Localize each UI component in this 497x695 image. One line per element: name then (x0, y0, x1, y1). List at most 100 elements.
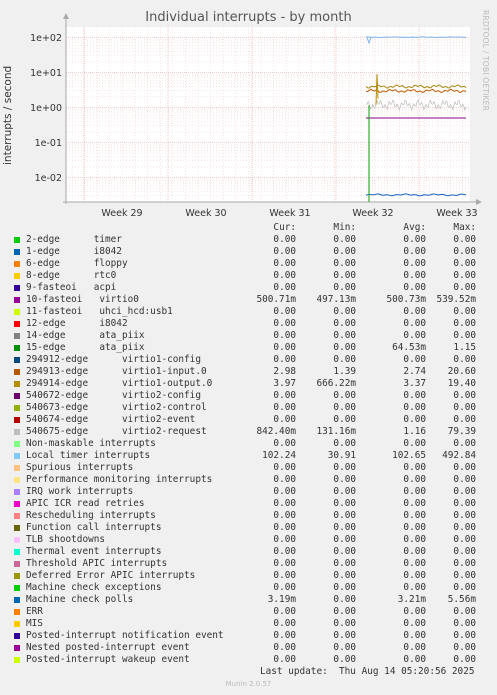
legend-swatch (14, 393, 20, 399)
legend-value-min: 0.00 (333, 522, 356, 533)
legend-label: Nested posted-interrupt event (26, 642, 190, 653)
legend-value-max: 0.00 (453, 318, 476, 329)
legend-row: 294913-edge virtio1-input.0 2.98 1.39 2.74 2… (0, 366, 497, 378)
legend-row: Threshold APIC interrupts 0.00 0.00 0.00 0.0… (0, 558, 497, 570)
legend-row: 14-edge ata_piix 0.00 0.00 0.00 0.00 (0, 330, 497, 342)
legend-value-max: 1.15 (453, 342, 476, 353)
legend-label: Rescheduling interrupts (26, 510, 156, 521)
legend-label: Thermal event interrupts (26, 546, 162, 557)
legend-label: IRQ work interrupts (26, 486, 134, 497)
legend-swatch (14, 297, 20, 303)
legend-row: 540674-edge virtio2-event 0.00 0.00 0.00 0.0… (0, 414, 497, 426)
legend-value-min: 0.00 (333, 258, 356, 269)
legend-row: IRQ work interrupts 0.00 0.00 0.00 0.00 (0, 486, 497, 498)
legend-value-min: 0.00 (333, 318, 356, 329)
legend-value-max: 492.84 (442, 450, 476, 461)
legend-label: 540674-edge virtio2-event (26, 414, 196, 425)
legend-row: 6-edge floppy 0.00 0.00 0.00 0.00 (0, 258, 497, 270)
legend-row: 294914-edge virtio1-output.0 3.97 666.22m 3… (0, 378, 497, 390)
legend-value-min: 0.00 (333, 270, 356, 281)
legend-row: TLB shootdowns 0.00 0.00 0.00 0.00 (0, 534, 497, 546)
legend-value-max: 0.00 (453, 246, 476, 257)
legend-swatch (14, 585, 20, 591)
legend-swatch (14, 645, 20, 651)
legend-value-max: 0.00 (453, 510, 476, 521)
legend-row: ERR 0.00 0.00 0.00 0.00 (0, 606, 497, 618)
table-header: Cur: Min: Avg: Max: (0, 222, 497, 234)
legend-value-max: 0.00 (453, 414, 476, 425)
x-tick-label: Week 30 (185, 208, 226, 219)
legend-row: 8-edge rtc0 0.00 0.00 0.00 0.00 (0, 270, 497, 282)
legend-value-min: 0.00 (333, 246, 356, 257)
legend-value-max: 0.00 (453, 474, 476, 485)
legend-label: Posted-interrupt wakeup event (26, 654, 190, 665)
legend-swatch (14, 405, 20, 411)
legend-row: 540672-edge virtio2-config 0.00 0.00 0.00 0.… (0, 390, 497, 402)
legend-value-max: 0.00 (453, 654, 476, 665)
legend-swatch (14, 621, 20, 627)
legend-label: Machine check exceptions (26, 582, 162, 593)
y-tick-label: 1e+00 (30, 103, 62, 114)
legend-value-max: 0.00 (453, 282, 476, 293)
legend-swatch (14, 357, 20, 363)
legend-label: 11-fasteoi uhci_hcd:usb1 (26, 306, 173, 317)
legend-swatch (14, 441, 20, 447)
legend-value-max: 0.00 (453, 462, 476, 473)
legend-swatch (14, 573, 20, 579)
legend-row: Thermal event interrupts 0.00 0.00 0.00 0.00 (0, 546, 497, 558)
legend-value-max: 0.00 (453, 234, 476, 245)
y-tick-label: 1e+01 (30, 68, 62, 79)
legend-value-min: 0.00 (333, 498, 356, 509)
legend-label: TLB shootdowns (26, 534, 106, 545)
legend-row: MIS 0.00 0.00 0.00 0.00 (0, 618, 497, 630)
legend-value-max: 0.00 (453, 438, 476, 449)
legend-label: Local timer interrupts (26, 450, 151, 461)
legend-value-min: 0.00 (333, 558, 356, 569)
legend-label: Spurious interrupts (26, 462, 134, 473)
y-tick-label: 1e+02 (30, 33, 62, 44)
legend-label: Function call interrupts (26, 522, 162, 533)
legend-swatch (14, 417, 20, 423)
legend-label: 294913-edge virtio1-input.0 (26, 366, 207, 377)
legend-value-min: 0.00 (333, 474, 356, 485)
legend-label: Performance monitoring interrupts (26, 474, 213, 485)
legend-swatch (14, 477, 20, 483)
legend-value-max: 0.00 (453, 390, 476, 401)
legend-swatch (14, 525, 20, 531)
legend-swatch (14, 561, 20, 567)
legend-value-min: 30.91 (327, 450, 356, 461)
x-tick-label: Week 31 (269, 208, 310, 219)
legend-value-min: 0.00 (333, 534, 356, 545)
legend-value-max: 0.00 (453, 606, 476, 617)
legend-value-max: 0.00 (453, 330, 476, 341)
legend-swatch (14, 285, 20, 291)
legend-value-min: 666.22m (316, 378, 356, 389)
legend-value-max: 0.00 (453, 570, 476, 581)
legend-label: 540673-edge virtio2-control (26, 402, 207, 413)
legend-value-max: 0.00 (453, 558, 476, 569)
legend-label: 6-edge floppy (26, 258, 128, 269)
legend-label: 9-fasteoi acpi (26, 282, 117, 293)
legend-value-min: 0.00 (333, 510, 356, 521)
legend-label: 12-edge i8042 (26, 318, 128, 329)
legend-value-min: 0.00 (333, 402, 356, 413)
x-tick-label: Week 33 (436, 208, 477, 219)
legend-value-min: 0.00 (333, 630, 356, 641)
legend-value-max: 539.52m (436, 294, 476, 305)
legend-value-min: 0.00 (333, 390, 356, 401)
legend-value-max: 0.00 (453, 498, 476, 509)
legend-swatch (14, 381, 20, 387)
legend-value-min: 0.00 (333, 606, 356, 617)
legend-swatch (14, 501, 20, 507)
legend-value-min: 0.00 (333, 306, 356, 317)
legend-row: 1-edge i8042 0.00 0.00 0.00 0.00 (0, 246, 497, 258)
legend-swatch (14, 249, 20, 255)
legend-swatch (14, 273, 20, 279)
legend-swatch (14, 237, 20, 243)
legend-value-max: 79.39 (447, 426, 476, 437)
legend-row: 294912-edge virtio1-config 0.00 0.00 0.00 0.… (0, 354, 497, 366)
legend-value-max: 0.00 (453, 534, 476, 545)
legend-label: Non-maskable interrupts (26, 438, 156, 449)
munin-version: Munin 2.0.57 (225, 680, 272, 688)
legend-row: 10-fasteoi virtio0 500.71m 497.13m 500.73m 5… (0, 294, 497, 306)
